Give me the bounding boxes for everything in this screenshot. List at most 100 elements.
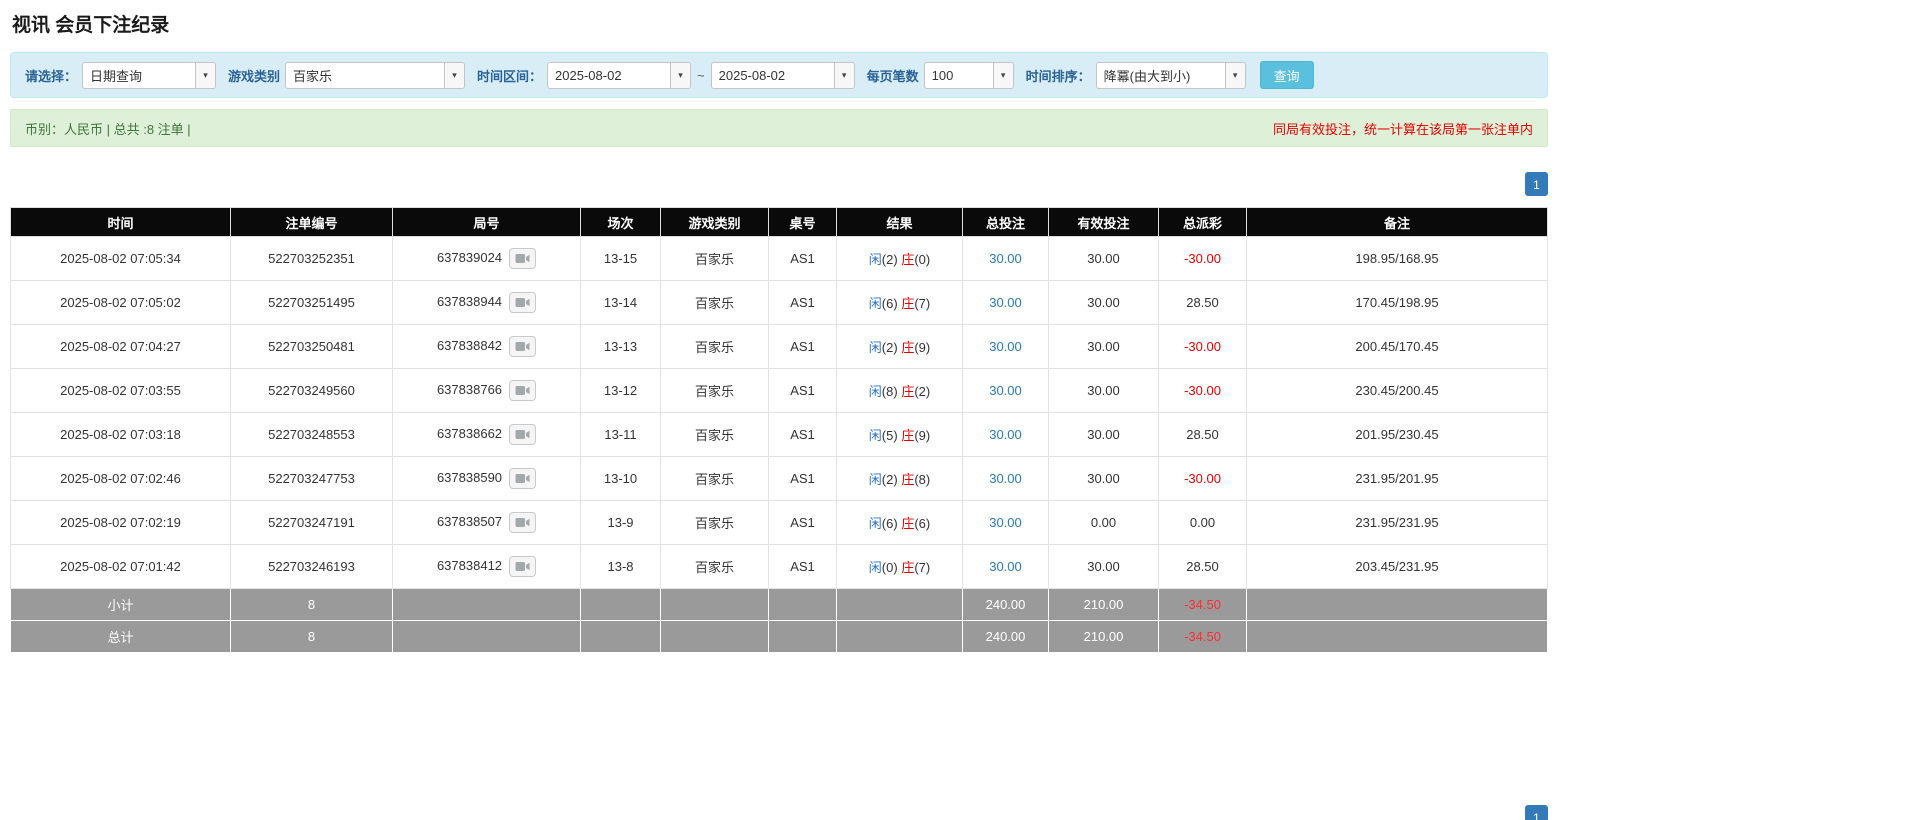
- result-banker-label: 庄: [901, 472, 915, 487]
- total-bet-link[interactable]: 30.00: [989, 559, 1022, 574]
- cell-bet-id: 522703247753: [230, 456, 393, 501]
- time-range-label: 时间区间：: [477, 68, 543, 84]
- cell-total-bet: 30.00: [962, 324, 1049, 369]
- table-row: 2025-08-02 07:02:19 522703247191 637838507…: [10, 500, 1548, 545]
- payout-value: -30.00: [1184, 251, 1221, 266]
- result-player-label: 闲: [868, 384, 882, 399]
- filter-bar: 请选择： ▾ 游戏类别 ▾ 时间区间： ▾ ~ ▾ 每页笔数 ▾ 时间排序： ▾: [10, 52, 1548, 98]
- cell-game-type: 百家乐: [660, 456, 769, 501]
- page-size-dropdown-arrow-icon[interactable]: ▾: [992, 62, 1013, 88]
- cell-bet-id: 522703252351: [230, 236, 393, 281]
- query-type-dropdown-arrow-icon[interactable]: ▾: [195, 62, 216, 88]
- cell-round-id: 637838590: [392, 456, 581, 501]
- cell-session: 13-14: [580, 280, 661, 325]
- date-to-dropdown-arrow-icon[interactable]: ▾: [833, 62, 854, 88]
- total-row: 总计 8 240.00 210.00 -34.50: [10, 620, 1548, 653]
- game-type-dropdown-arrow-icon[interactable]: ▾: [444, 62, 465, 88]
- header-bet-id: 注单编号: [230, 207, 393, 237]
- total-bet-link[interactable]: 30.00: [989, 427, 1022, 442]
- cell-total-bet: 30.00: [962, 544, 1049, 589]
- payout-value: 28.50: [1186, 427, 1219, 442]
- video-replay-button[interactable]: [509, 380, 537, 401]
- total-count: 8: [230, 620, 393, 653]
- page-1-button[interactable]: 1: [1525, 172, 1548, 196]
- date-range-tilde: ~: [697, 67, 705, 83]
- cell-bet-id: 522703246193: [230, 544, 393, 589]
- cell-result: 闲(2) 庄(8): [836, 456, 963, 501]
- cell-bet-id: 522703251495: [230, 280, 393, 325]
- total-bet-link[interactable]: 30.00: [989, 471, 1022, 486]
- result-banker-value: (7): [914, 296, 931, 311]
- payout-value: -30.00: [1184, 339, 1221, 354]
- page-1-button[interactable]: 1: [1525, 805, 1548, 820]
- video-replay-button[interactable]: [509, 556, 537, 577]
- result-banker-value: (0): [914, 252, 931, 267]
- date-to-input[interactable]: [711, 62, 834, 88]
- search-button[interactable]: 查询: [1259, 61, 1314, 89]
- cell-table-no: AS1: [768, 324, 837, 369]
- header-payout: 总派彩: [1158, 207, 1247, 237]
- cell-game-type: 百家乐: [660, 544, 769, 589]
- cell-session: 13-8: [580, 544, 661, 589]
- header-total-bet: 总投注: [962, 207, 1049, 237]
- game-type-input[interactable]: [286, 62, 445, 88]
- cell-session: 13-11: [580, 412, 661, 457]
- total-bet-link[interactable]: 30.00: [989, 339, 1022, 354]
- cell-total-bet: 30.00: [962, 280, 1049, 325]
- video-replay-button[interactable]: [509, 248, 537, 269]
- cell-session: 13-13: [580, 324, 661, 369]
- time-sort-dropdown-arrow-icon[interactable]: ▾: [1224, 62, 1245, 88]
- empty-cell: [1246, 588, 1548, 621]
- table-row: 2025-08-02 07:05:34 522703252351 637839024…: [10, 236, 1548, 281]
- cell-valid-bet: 30.00: [1048, 544, 1159, 589]
- currency-summary-text: 币别：人民币 | 总共 :8 注单 |: [25, 121, 191, 137]
- subtotal-label: 小计: [10, 588, 231, 621]
- page-container: 视讯 会员下注纪录 请选择： ▾ 游戏类别 ▾ 时间区间： ▾ ~ ▾ 每页笔数…: [0, 0, 1558, 820]
- table-row: 2025-08-02 07:04:27 522703250481 637838842…: [10, 324, 1548, 369]
- result-player-value: (2): [881, 340, 898, 355]
- cell-round-id: 637838766: [392, 368, 581, 413]
- date-from-input[interactable]: [548, 62, 671, 88]
- video-replay-button[interactable]: [509, 468, 537, 489]
- total-bet-link[interactable]: 30.00: [989, 295, 1022, 310]
- time-sort-input[interactable]: [1096, 62, 1225, 88]
- video-replay-button[interactable]: [509, 424, 537, 445]
- video-replay-button[interactable]: [509, 512, 537, 533]
- result-banker-label: 庄: [901, 560, 915, 575]
- cell-total-bet: 30.00: [962, 412, 1049, 457]
- video-replay-button[interactable]: [509, 336, 537, 357]
- total-valid-bet: 210.00: [1048, 620, 1159, 653]
- cell-total-bet: 30.00: [962, 368, 1049, 413]
- date-from-dropdown-arrow-icon[interactable]: ▾: [670, 62, 691, 88]
- cell-time: 2025-08-02 07:01:42: [10, 544, 231, 589]
- cell-bet-id: 522703248553: [230, 412, 393, 457]
- total-bet-link[interactable]: 30.00: [989, 383, 1022, 398]
- cell-game-type: 百家乐: [660, 236, 769, 281]
- payout-value: 28.50: [1186, 559, 1219, 574]
- page-size-input[interactable]: [924, 62, 993, 88]
- cell-note: 231.95/231.95: [1246, 500, 1548, 545]
- header-table-no: 桌号: [768, 207, 837, 237]
- empty-cell: [836, 620, 963, 653]
- payout-value: 28.50: [1186, 295, 1219, 310]
- result-banker-label: 庄: [901, 384, 915, 399]
- cell-total-bet: 30.00: [962, 236, 1049, 281]
- empty-cell: [392, 620, 581, 653]
- total-label: 总计: [10, 620, 231, 653]
- total-bet-link[interactable]: 30.00: [989, 251, 1022, 266]
- empty-cell: [392, 588, 581, 621]
- video-replay-button[interactable]: [509, 292, 537, 313]
- query-type-combo: ▾: [82, 61, 217, 89]
- header-session: 场次: [580, 207, 661, 237]
- cell-note: 203.45/231.95: [1246, 544, 1548, 589]
- total-bet-link[interactable]: 30.00: [989, 515, 1022, 530]
- header-note: 备注: [1246, 207, 1548, 237]
- query-type-input[interactable]: [83, 62, 196, 88]
- cell-table-no: AS1: [768, 368, 837, 413]
- result-banker-value: (6): [914, 516, 931, 531]
- header-result: 结果: [836, 207, 963, 237]
- payout-value: 0.00: [1189, 515, 1216, 530]
- video-camera-icon: [515, 518, 530, 527]
- video-camera-icon: [515, 562, 530, 571]
- result-player-label: 闲: [868, 560, 882, 575]
